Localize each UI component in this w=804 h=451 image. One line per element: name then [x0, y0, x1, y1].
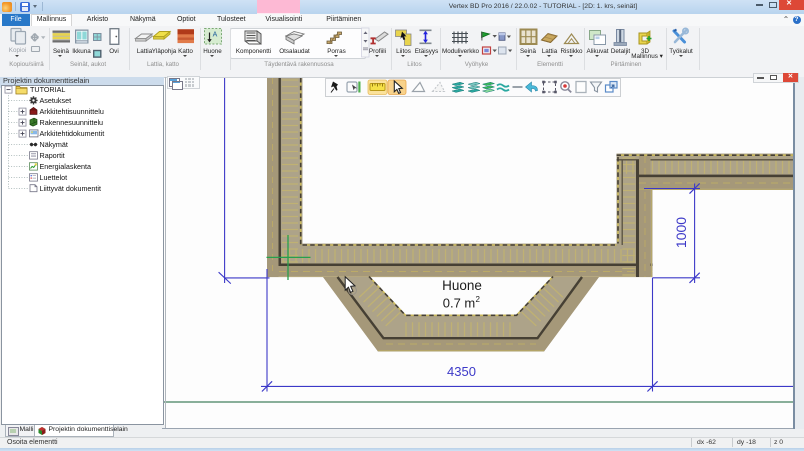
svg-text:Rakennesuunnittelu: Rakennesuunnittelu	[40, 118, 104, 127]
svg-text:TUTORIAL: TUTORIAL	[30, 85, 65, 94]
svg-text:A: A	[213, 32, 218, 39]
svg-text:Liittyvät dokumentit: Liittyvät dokumentit	[40, 184, 102, 193]
svg-text:0.7 m: 0.7 m	[443, 296, 476, 311]
svg-text:2: 2	[476, 295, 481, 304]
svg-text:Energialaskenta: Energialaskenta	[40, 162, 92, 171]
svg-text:4350: 4350	[447, 364, 476, 379]
svg-text:Arkkitehtisuunnittelu: Arkkitehtisuunnittelu	[40, 107, 104, 116]
svg-text:1000: 1000	[673, 217, 689, 248]
svg-text:Näkymät: Näkymät	[40, 140, 68, 149]
svg-text:Luettelot: Luettelot	[40, 173, 68, 182]
svg-text:Huone: Huone	[442, 278, 482, 293]
svg-text:Arkkitehtidokumentit: Arkkitehtidokumentit	[40, 129, 105, 138]
svg-text:Raportit: Raportit	[40, 151, 65, 160]
svg-text:Asetukset: Asetukset	[40, 96, 72, 105]
